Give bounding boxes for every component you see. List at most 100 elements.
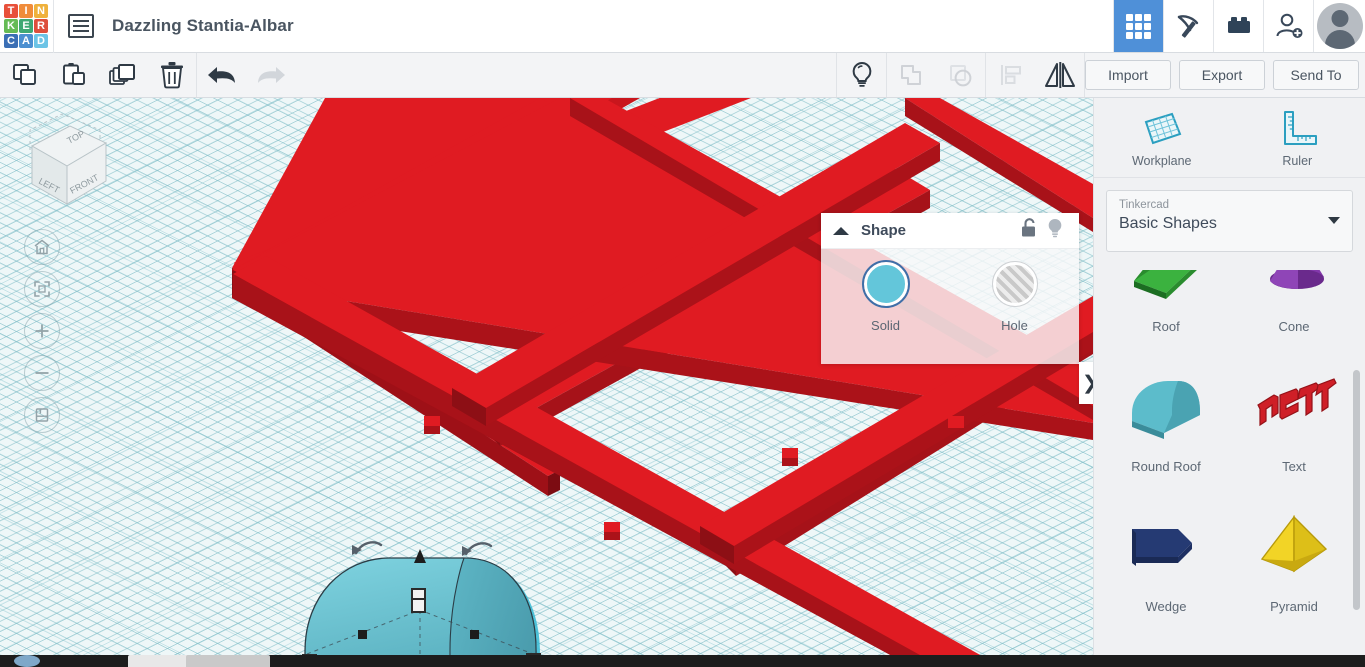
add-person-glyph — [1276, 13, 1302, 38]
hole-swatch[interactable]: Hole — [967, 261, 1063, 333]
height-handle[interactable] — [414, 549, 426, 563]
ungroup-icon[interactable] — [936, 53, 985, 97]
view-cube[interactable]: TOP LEFT FRONT — [12, 108, 122, 218]
shape-name: Text — [1282, 458, 1306, 474]
text-thumbnail — [1248, 363, 1340, 449]
zoom-out-icon[interactable] — [24, 355, 60, 391]
import-button[interactable]: Import — [1085, 60, 1171, 90]
workplane-tool[interactable]: Workplane — [1094, 98, 1230, 177]
logo-tile-i: I — [19, 4, 33, 18]
round-roof-thumbnail — [1120, 363, 1212, 449]
shape-item-pyramid[interactable]: Pyramid — [1230, 488, 1358, 628]
lightbulb-icon[interactable] — [1045, 217, 1065, 244]
trash-glyph — [160, 62, 183, 89]
avatar[interactable] — [1313, 0, 1365, 52]
shape-name: Pyramid — [1270, 598, 1318, 614]
view-navigation: TOP LEFT FRONT — [12, 108, 122, 433]
ruler-tool[interactable]: Ruler — [1230, 98, 1365, 177]
unlock-icon[interactable] — [1019, 217, 1039, 244]
align-icon[interactable] — [986, 53, 1035, 97]
group-icon[interactable] — [887, 53, 936, 97]
solid-swatch[interactable]: Solid — [838, 260, 934, 333]
shape-name: Round Roof — [1131, 458, 1201, 474]
align-glyph — [1000, 65, 1021, 85]
paste-icon[interactable] — [49, 53, 98, 97]
pickaxe-icon[interactable] — [1163, 0, 1213, 52]
design-viewport[interactable]: TOP LEFT FRONT Shape Solid Hole — [0, 98, 1093, 655]
undo-icon[interactable] — [197, 53, 246, 97]
right-panel: Workplane Ruler Tinkercad Basic Shapes R… — [1093, 98, 1365, 655]
os-taskbar — [0, 655, 1365, 667]
home-view-icon[interactable] — [24, 229, 60, 265]
duplicate-glyph — [108, 64, 135, 85]
library-source: Tinkercad — [1119, 199, 1170, 211]
shape-item-wedge[interactable]: Wedge — [1102, 488, 1230, 628]
shape-name: Cone — [1278, 318, 1310, 334]
page-title: Dazzling Stantia-Albar — [112, 16, 294, 35]
hole-label: Hole — [1001, 318, 1028, 333]
paste-glyph — [62, 63, 85, 85]
export-button[interactable]: Export — [1179, 60, 1265, 90]
file-actions: Import Export Send To — [1085, 53, 1359, 97]
logo-tile-d: D — [34, 34, 48, 48]
shape-panel: Shape Solid Hole — [821, 213, 1079, 364]
logo-tile-r: R — [34, 19, 48, 33]
list-menu-icon[interactable] — [68, 14, 94, 38]
group-glyph — [900, 65, 921, 85]
shape-item-text[interactable]: Text — [1230, 348, 1358, 488]
selected-round-roof[interactable] — [302, 541, 541, 655]
mirror-icon[interactable] — [1035, 53, 1084, 97]
tinkercad-logo[interactable]: T I N K E R C A D — [4, 4, 48, 48]
orthographic-toggle-icon[interactable] — [24, 397, 60, 433]
scene-3d — [232, 98, 1093, 655]
delete-icon[interactable] — [147, 53, 196, 97]
shape-item-roof[interactable]: Roof — [1102, 270, 1230, 348]
redo-glyph — [257, 67, 285, 83]
taskbar-item-3[interactable] — [14, 655, 40, 667]
logo-divider — [53, 0, 54, 53]
shape-panel-title: Shape — [861, 222, 907, 239]
logo-tile-k: K — [4, 19, 18, 33]
shape-name: Wedge — [1145, 598, 1187, 614]
cone-thumbnail — [1248, 270, 1340, 309]
gallery-grid-icon[interactable] — [1113, 0, 1163, 52]
redo-icon[interactable] — [246, 53, 295, 97]
copy-glyph — [12, 64, 36, 85]
lightbulb-icon[interactable] — [837, 53, 886, 97]
shape-panel-header: Shape — [821, 213, 1079, 249]
workplane-icon — [1144, 112, 1182, 144]
duplicate-icon[interactable] — [98, 53, 147, 97]
logo-tile-n: N — [34, 4, 48, 18]
avatar-image — [1316, 3, 1363, 49]
hole-swatch-circle — [991, 261, 1038, 307]
plus-glyph — [35, 324, 49, 338]
sendto-button[interactable]: Send To — [1273, 60, 1359, 90]
pickaxe-glyph — [1177, 15, 1198, 38]
library-name: Basic Shapes — [1119, 215, 1217, 232]
copy-icon[interactable] — [0, 53, 49, 97]
pyramid-thumbnail — [1248, 503, 1340, 589]
object-tools — [836, 53, 1085, 97]
action-toolbar: Import Export Send To — [0, 53, 1365, 98]
wedge-thumbnail — [1120, 503, 1212, 589]
fit-to-view-icon[interactable] — [24, 271, 60, 307]
shape-library-scrollbar[interactable] — [1353, 370, 1360, 610]
zoom-in-icon[interactable] — [24, 313, 60, 349]
ortho-glyph — [35, 408, 49, 422]
shape-library-grid[interactable]: Roof Cone Round Roof Text Wedge Pyramid — [1094, 270, 1365, 655]
workplane-ruler-tools: Workplane Ruler — [1094, 98, 1365, 178]
shape-library-select[interactable]: Tinkercad Basic Shapes — [1106, 190, 1353, 252]
ruler-icon — [1284, 110, 1318, 145]
caret-up-icon[interactable] — [821, 225, 861, 237]
solid-swatch-circle — [861, 260, 910, 308]
ungroup-glyph — [949, 65, 971, 87]
chevron-down-icon — [1328, 217, 1340, 224]
grid-glyph — [1126, 13, 1151, 39]
taskbar-item-2[interactable] — [186, 655, 270, 667]
shape-item-round-roof[interactable]: Round Roof — [1102, 348, 1230, 488]
brick-icon[interactable] — [1213, 0, 1263, 52]
add-person-icon[interactable] — [1263, 0, 1313, 52]
shape-item-cone[interactable]: Cone — [1230, 270, 1358, 348]
mirror-glyph — [1044, 62, 1075, 88]
undo-glyph — [207, 67, 235, 83]
